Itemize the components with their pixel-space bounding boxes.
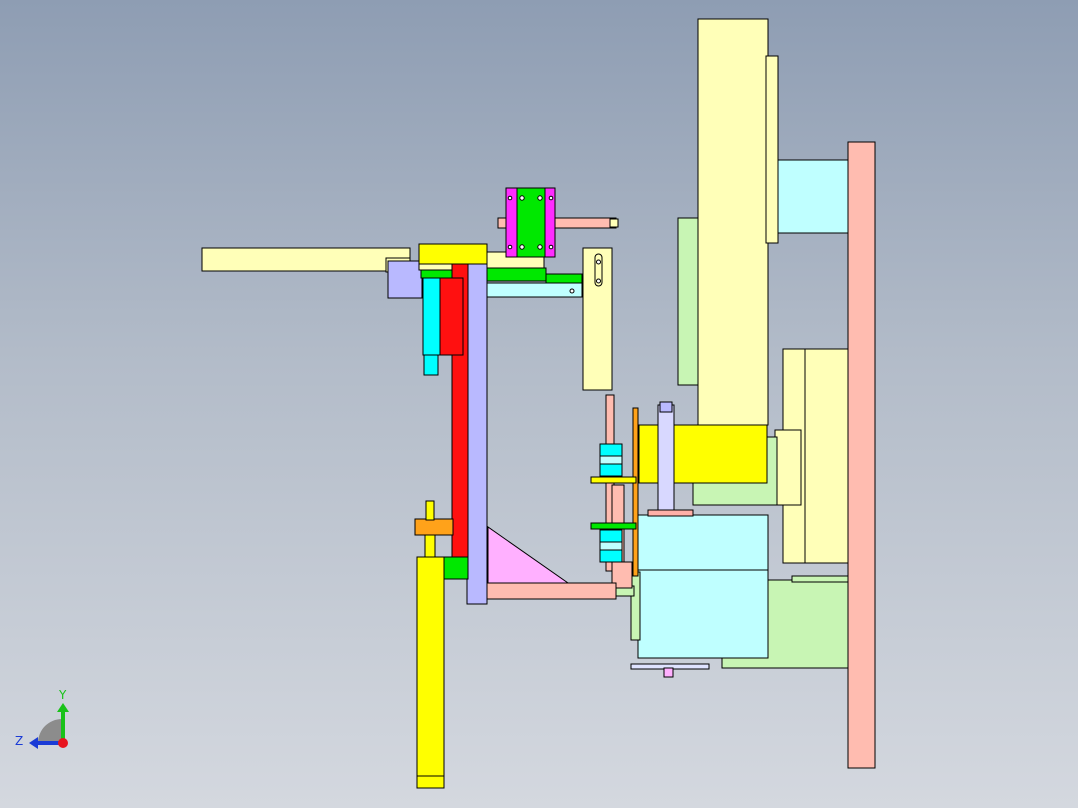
top-cylinder-assembly[interactable] xyxy=(497,187,619,258)
cyan-box-upper xyxy=(637,514,769,571)
right-frame-assembly[interactable] xyxy=(630,18,876,769)
upper-cyan-spacer xyxy=(777,159,849,234)
yellow-plate-top xyxy=(590,476,637,484)
mount-bolt-6 xyxy=(548,195,554,201)
yellow-post xyxy=(416,556,445,789)
assembly-drawing[interactable]: Y Z xyxy=(0,0,1078,808)
gear-hub xyxy=(663,667,674,678)
yellow-cap xyxy=(418,243,488,265)
mid-yellow-small xyxy=(774,429,802,506)
cyan-arm xyxy=(485,282,583,298)
y-axis-arrow xyxy=(57,703,69,712)
mount-bolt-5 xyxy=(507,195,513,201)
shaft-lavender xyxy=(657,404,675,513)
roller-bottom-band xyxy=(599,541,623,551)
red-block xyxy=(437,277,464,356)
roller-top-band xyxy=(599,455,623,465)
lavender-rail xyxy=(466,263,488,605)
upper-column xyxy=(697,18,769,426)
mount-bolt-2 xyxy=(537,195,543,201)
cad-viewport[interactable]: Y Z xyxy=(0,0,1078,808)
orange-rod xyxy=(632,407,639,577)
arm-screw xyxy=(569,288,575,294)
cylinder-rod-tip xyxy=(609,218,619,228)
bottom-salmon-arm xyxy=(484,582,617,600)
mount-bolt-1 xyxy=(519,195,525,201)
triad-origin xyxy=(58,738,68,748)
z-axis-arrow xyxy=(29,737,38,749)
mount-bolt-8 xyxy=(548,244,554,250)
cyan-block xyxy=(422,277,441,356)
lavender-block xyxy=(387,260,423,299)
lower-green-lip xyxy=(791,575,849,583)
left-column-assembly[interactable] xyxy=(201,243,488,789)
pink-gusset xyxy=(487,526,570,584)
shaft-collar xyxy=(659,401,673,413)
green-plate-mid xyxy=(590,522,637,530)
vertical-back-plate xyxy=(847,141,876,769)
green-side-tab xyxy=(420,269,454,279)
y-axis-label: Y xyxy=(58,688,67,702)
triad-arc xyxy=(38,719,62,743)
mount-bolt-4 xyxy=(537,244,543,250)
shaft-base xyxy=(647,509,694,517)
mount-bolt-7 xyxy=(507,244,513,250)
z-axis-label: Z xyxy=(15,734,23,748)
long-horizontal-beam xyxy=(201,247,411,272)
slot-pin-bottom xyxy=(596,278,601,284)
upper-column-strip xyxy=(765,55,779,244)
yellow-pin-top xyxy=(425,500,435,521)
right-mid-block xyxy=(804,348,849,564)
cyan-box-lower xyxy=(637,569,769,659)
threaded-neck xyxy=(424,534,436,558)
top-green-arm-2 xyxy=(545,273,583,284)
left-green-plate xyxy=(677,217,699,386)
top-green-arm xyxy=(485,267,547,282)
slot-pin-top xyxy=(596,259,601,265)
cyan-stub xyxy=(423,354,439,376)
mount-bolt-3 xyxy=(519,244,525,250)
orange-bracket xyxy=(414,518,454,536)
axis-triad: Y Z xyxy=(15,688,69,749)
center-guide-assembly[interactable] xyxy=(582,247,639,597)
